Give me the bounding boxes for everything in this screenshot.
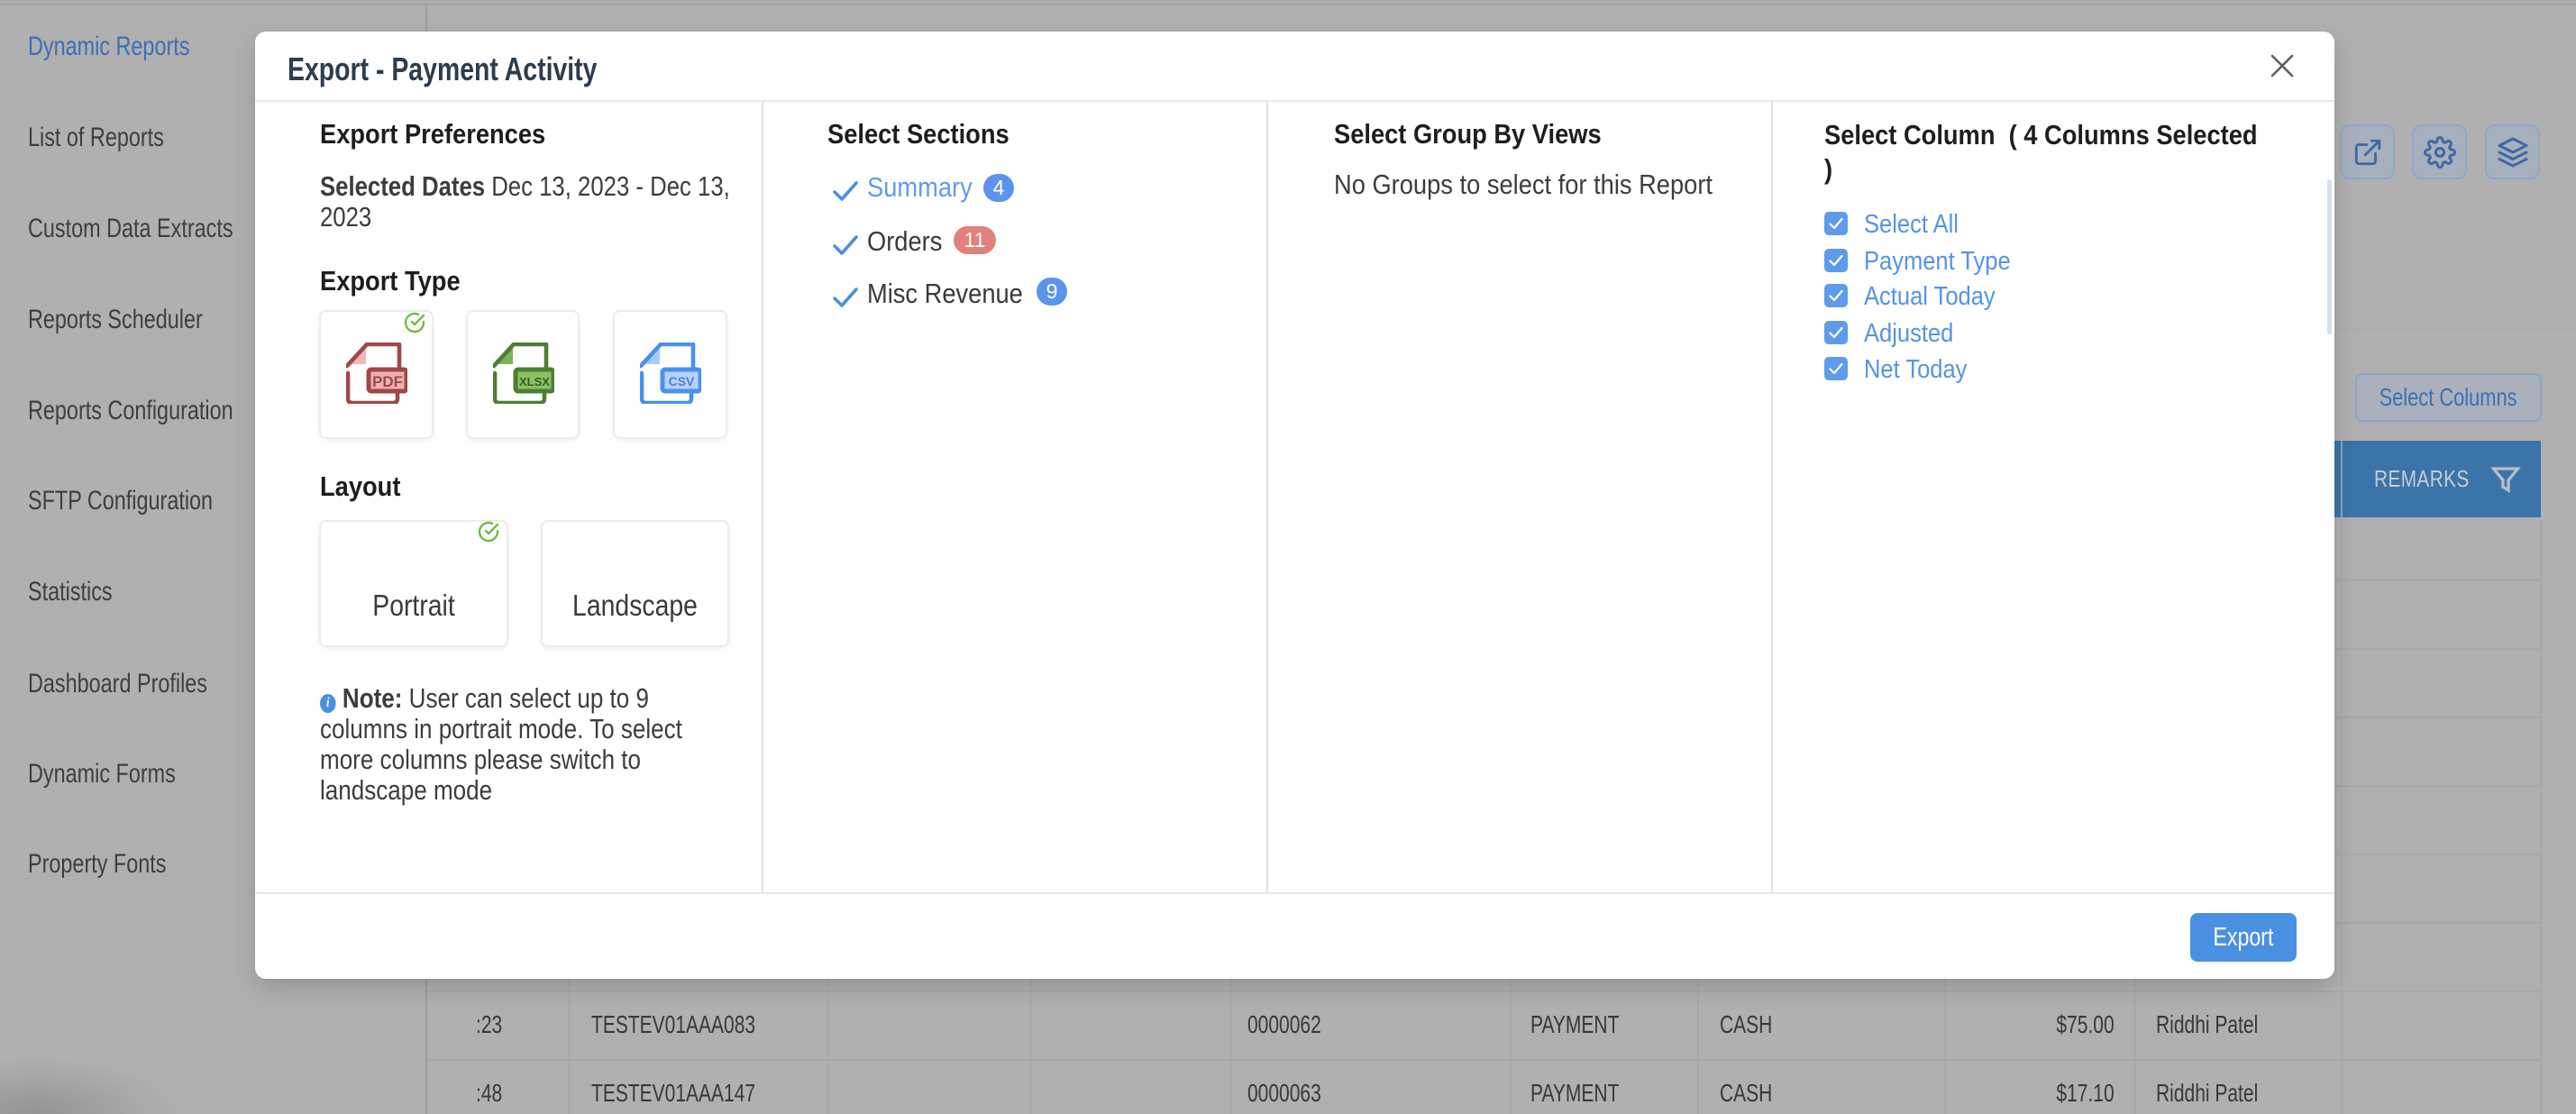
svg-text:XLSX: XLSX (519, 375, 550, 388)
svg-text:PDF: PDF (372, 373, 403, 390)
svg-text:CSV: CSV (669, 374, 695, 388)
